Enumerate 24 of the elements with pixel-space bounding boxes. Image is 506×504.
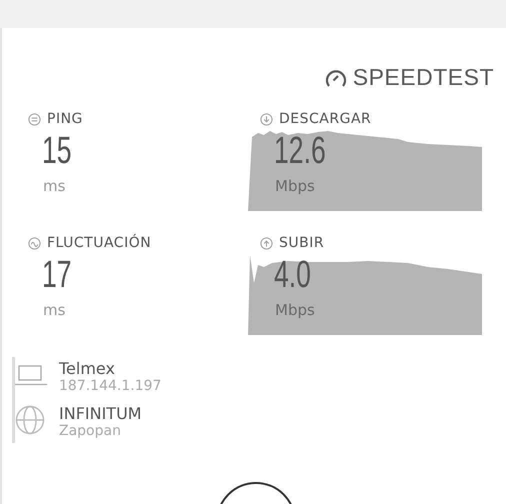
provider-name: INFINITUM <box>59 404 143 423</box>
metric-label: FLUCTUACIÓN <box>47 235 152 251</box>
provider-detail: Zapopan <box>59 423 122 439</box>
metric-label: SUBIR <box>279 235 324 251</box>
provider-name: Telmex <box>59 359 116 378</box>
metric-value: 12.6 <box>274 129 326 173</box>
logo-text: SPEEDTEST <box>352 64 494 91</box>
metric-unit: ms <box>43 301 66 319</box>
metric-label: DESCARGAR <box>279 111 372 127</box>
metric-label: PING <box>47 111 83 127</box>
gauge-icon <box>324 68 347 88</box>
metric-value: 4.0 <box>274 253 311 297</box>
upload-icon <box>260 236 273 250</box>
metric-unit: Mbps <box>275 301 316 319</box>
wave-icon <box>28 236 41 250</box>
globe-icon <box>15 404 45 434</box>
provider-detail: 187.144.1.197 <box>59 378 162 394</box>
metric-value: 15 <box>42 129 72 173</box>
metric-value: 17 <box>42 253 72 297</box>
laptop-icon <box>15 364 47 386</box>
metric-unit: ms <box>43 177 66 195</box>
ping-icon <box>28 112 41 126</box>
download-icon <box>260 112 273 126</box>
metric-unit: Mbps <box>275 177 316 195</box>
